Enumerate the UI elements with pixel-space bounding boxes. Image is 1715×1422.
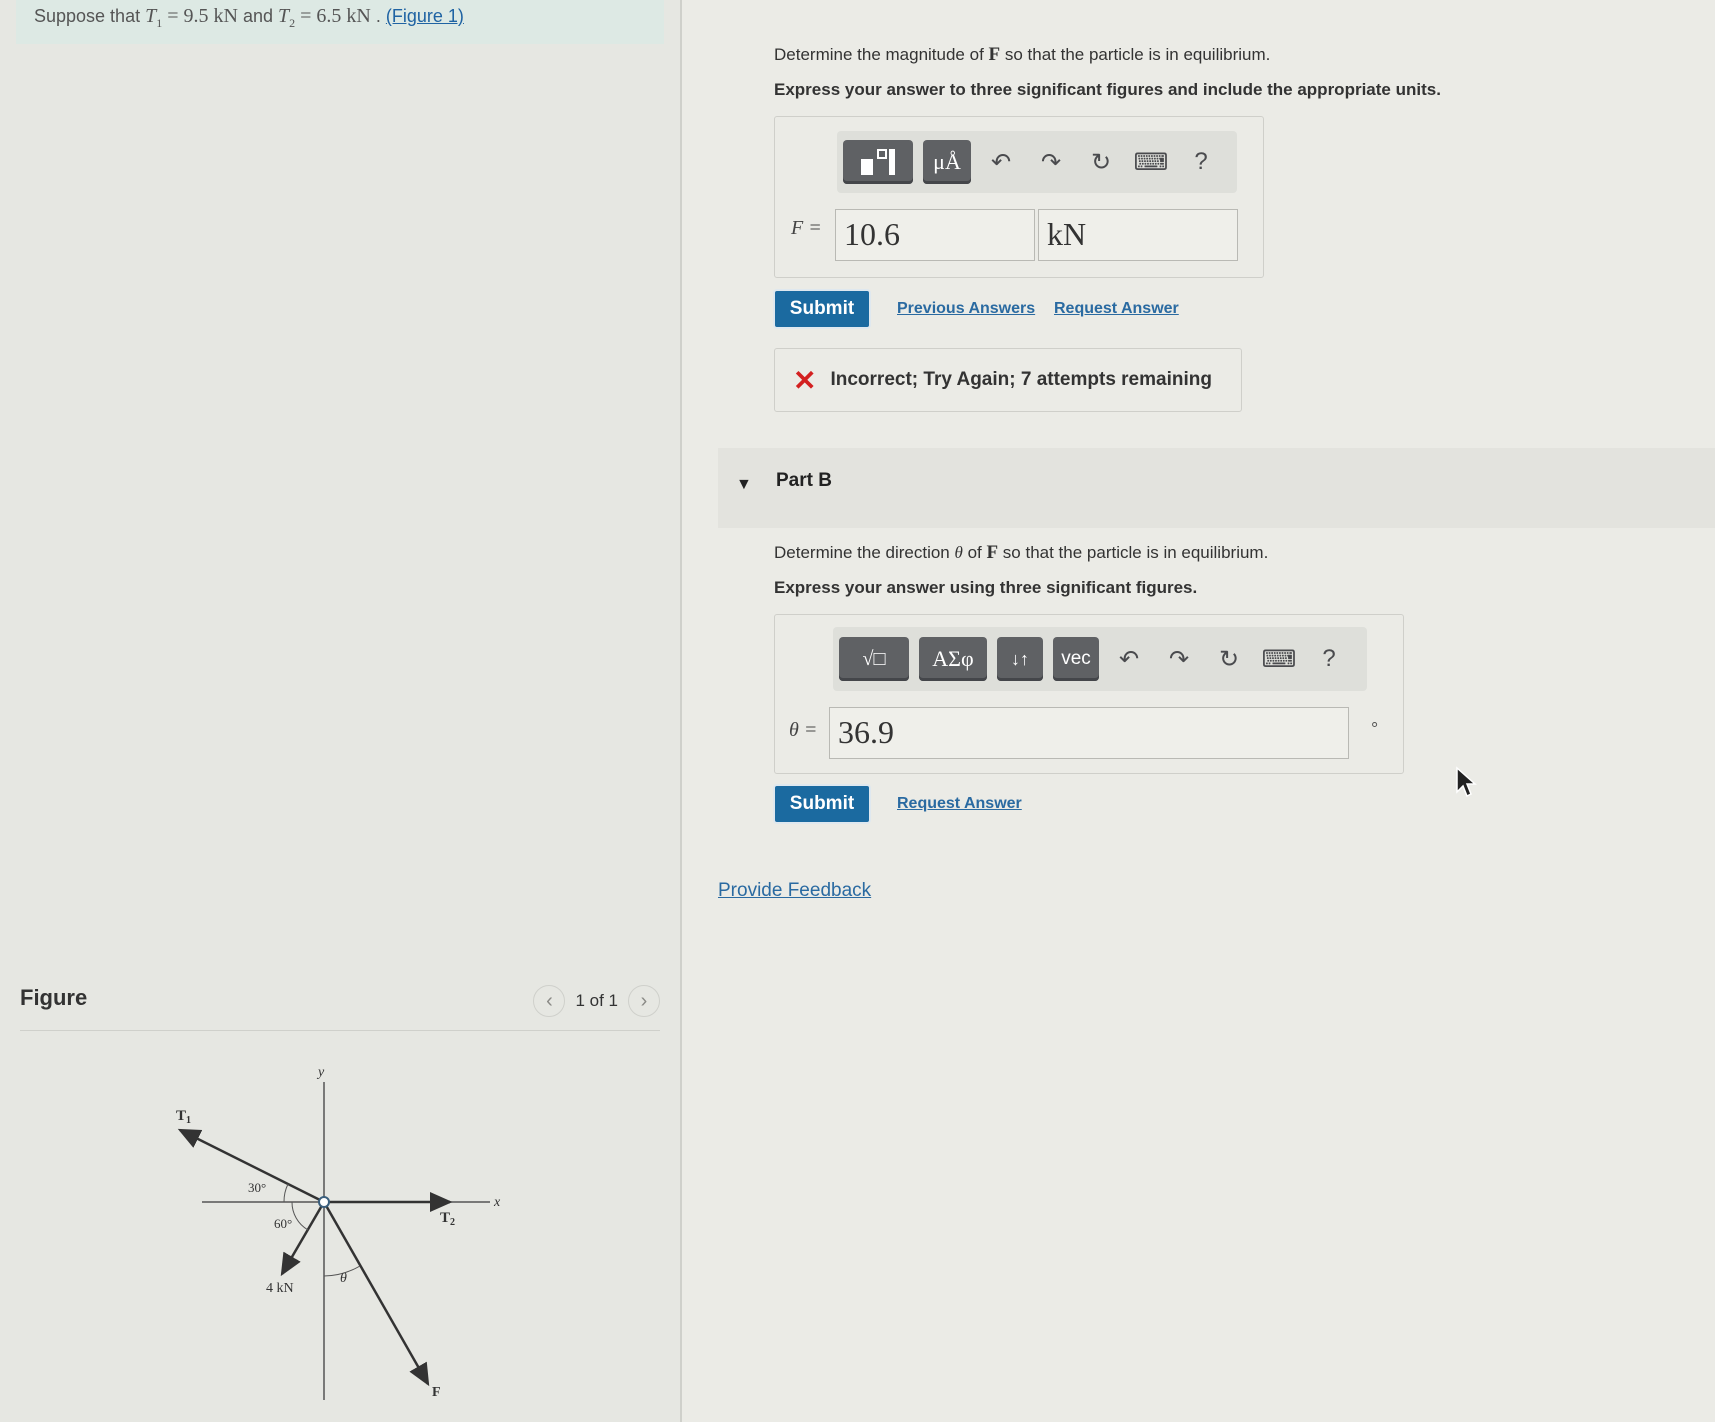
angle30-arc bbox=[283, 1183, 289, 1203]
angle30-label: 30° bbox=[248, 1180, 266, 1195]
part-a-submit-button[interactable]: Submit bbox=[775, 291, 869, 327]
part-a-toolbar: μÅ ↶ ↷ ↻ ⌨ ? bbox=[837, 131, 1237, 193]
part-b-submit-button[interactable]: Submit bbox=[775, 786, 869, 822]
left-pane: Suppose that T1 = 9.5 kN and T2 = 6.5 kN… bbox=[0, 0, 680, 1422]
greek-symbols-button[interactable]: ΑΣφ bbox=[919, 637, 987, 681]
arrows-icon: ↓↑ bbox=[1011, 648, 1029, 669]
chevron-right-icon: › bbox=[640, 989, 648, 1012]
t2-symbol: T bbox=[278, 5, 290, 27]
part-a-instruction-pre: Determine the magnitude of bbox=[774, 45, 989, 64]
part-a-instruction: Determine the magnitude of F so that the… bbox=[774, 44, 1270, 66]
t2-label: T bbox=[440, 1210, 450, 1226]
keyboard-icon[interactable]: ⌨ bbox=[1259, 639, 1299, 679]
part-b-toolbar: √□ ΑΣφ ↓↑ vec ↶ ↷ ↻ ⌨ ? bbox=[833, 627, 1367, 691]
reset-icon[interactable]: ↻ bbox=[1209, 639, 1249, 679]
figure-link[interactable]: (Figure 1) bbox=[386, 6, 464, 26]
force-diagram: y x T1 T2 30° 60° 4 kN θ F bbox=[176, 1065, 501, 1400]
undo-icon[interactable]: ↶ bbox=[1109, 639, 1149, 679]
figure-divider bbox=[20, 1030, 660, 1031]
keyboard-icon[interactable]: ⌨ bbox=[1131, 142, 1171, 182]
y-label: y bbox=[316, 1065, 325, 1080]
chevron-left-icon: ‹ bbox=[546, 989, 553, 1012]
part-a-instruction-bold: F bbox=[988, 44, 1001, 65]
reset-icon[interactable]: ↻ bbox=[1081, 142, 1121, 182]
templates-button[interactable] bbox=[843, 140, 913, 184]
part-b-answer-box: √□ ΑΣφ ↓↑ vec ↶ ↷ ↻ ⌨ ? θ = 36.9 ° bbox=[774, 614, 1404, 774]
x-label: x bbox=[493, 1195, 501, 1210]
incorrect-x-icon: ✕ bbox=[793, 364, 817, 396]
figure-pager: ‹ 1 of 1 › bbox=[533, 985, 660, 1017]
angle60-label: 60° bbox=[274, 1216, 292, 1231]
theta-label: θ bbox=[340, 1271, 347, 1286]
and-text: and bbox=[237, 6, 279, 26]
part-b-instruction-pre: Determine the direction bbox=[774, 543, 955, 562]
part-b-instruction-theta: θ bbox=[954, 543, 963, 562]
provide-feedback-link[interactable]: Provide Feedback bbox=[718, 880, 871, 902]
f-value-input[interactable]: 10.6 bbox=[835, 209, 1035, 261]
redo-icon[interactable]: ↷ bbox=[1031, 142, 1071, 182]
units-icon: μÅ bbox=[933, 149, 961, 174]
math-templates-button[interactable]: √□ bbox=[839, 637, 909, 681]
svg-text:T2: T2 bbox=[440, 1210, 455, 1228]
template-grid-icon bbox=[861, 149, 895, 175]
prev-figure-button[interactable]: ‹ bbox=[533, 985, 566, 1017]
part-b-title: Part B bbox=[776, 470, 832, 491]
part-a-answer-box: μÅ ↶ ↷ ↻ ⌨ ? F = 10.6 kN bbox=[774, 116, 1264, 278]
redo-icon[interactable]: ↷ bbox=[1159, 639, 1199, 679]
part-b-header[interactable]: ▼ Part B bbox=[718, 448, 1715, 528]
t1-value: = 9.5 kN bbox=[162, 5, 238, 27]
part-a-instruction-2: Express your answer to three significant… bbox=[774, 80, 1441, 99]
figure-header: Figure ‹ 1 of 1 › bbox=[20, 985, 660, 1025]
angle60-arc bbox=[291, 1201, 309, 1231]
help-icon[interactable]: ? bbox=[1181, 142, 1221, 182]
part-b-request-answer-link[interactable]: Request Answer bbox=[897, 795, 1022, 813]
t1-symbol: T bbox=[145, 5, 157, 27]
four-kn-label: 4 kN bbox=[266, 1281, 294, 1296]
undo-icon[interactable]: ↶ bbox=[981, 142, 1021, 182]
svg-text:T1: T1 bbox=[176, 1108, 191, 1126]
units-button[interactable]: μÅ bbox=[923, 140, 971, 184]
particle bbox=[318, 1196, 330, 1208]
t1-label: T bbox=[176, 1108, 186, 1124]
figure-title: Figure bbox=[20, 985, 88, 1010]
caret-down-icon[interactable]: ▼ bbox=[736, 476, 752, 494]
f-field-label: F = bbox=[791, 217, 822, 239]
vector-button[interactable]: vec bbox=[1053, 637, 1099, 681]
subscript-superscript-button[interactable]: ↓↑ bbox=[997, 637, 1043, 681]
part-a-instruction-post: so that the particle is in equilibrium. bbox=[1000, 45, 1271, 64]
part-b-instruction-bold: F bbox=[986, 542, 999, 563]
sentence-dot: . bbox=[370, 6, 386, 26]
f-label: F bbox=[432, 1385, 441, 1400]
part-a-feedback: ✕ Incorrect; Try Again; 7 attempts remai… bbox=[774, 348, 1242, 412]
previous-answers-link[interactable]: Previous Answers bbox=[897, 300, 1035, 318]
mouse-cursor-icon bbox=[1456, 766, 1477, 798]
part-b-instruction-2: Express your answer using three signific… bbox=[774, 578, 1198, 597]
part-a-request-answer-link[interactable]: Request Answer bbox=[1054, 300, 1179, 318]
t1-label-sub: 1 bbox=[186, 1115, 191, 1126]
part-b-instruction: Determine the direction θ of F so that t… bbox=[774, 542, 1268, 564]
four-kn-vector bbox=[280, 1201, 326, 1277]
part-b-instruction-post: so that the particle is in equilibrium. bbox=[998, 543, 1269, 562]
part-b-instruction-mid: of bbox=[962, 543, 987, 562]
t2-label-sub: 2 bbox=[450, 1217, 455, 1228]
next-figure-button[interactable]: › bbox=[628, 985, 660, 1017]
vec-icon: vec bbox=[1061, 648, 1091, 669]
f-units-input[interactable]: kN bbox=[1038, 209, 1238, 261]
f-vector bbox=[322, 1201, 430, 1387]
theta-field-label: θ = bbox=[789, 719, 818, 741]
greek-icon: ΑΣφ bbox=[932, 646, 974, 671]
t2-value: = 6.5 kN bbox=[295, 5, 371, 27]
help-icon[interactable]: ? bbox=[1309, 639, 1349, 679]
sqrt-template-icon: √□ bbox=[862, 647, 886, 670]
problem-prefix: Suppose that bbox=[34, 6, 141, 26]
feedback-text: Incorrect; Try Again; 7 attempts remaini… bbox=[830, 369, 1212, 390]
degree-unit: ° bbox=[1371, 719, 1379, 739]
pager-text: 1 of 1 bbox=[575, 991, 618, 1010]
problem-statement: Suppose that T1 = 9.5 kN and T2 = 6.5 kN… bbox=[16, 0, 664, 44]
theta-value-input[interactable]: 36.9 bbox=[829, 707, 1349, 759]
